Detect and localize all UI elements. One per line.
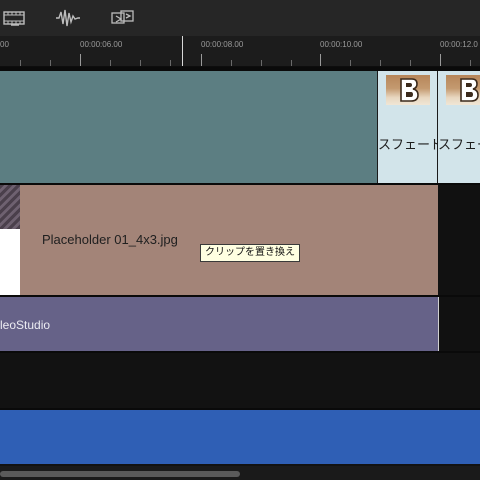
ruler-tick: [440, 54, 441, 66]
overlay-clip-thumbnail: [0, 185, 20, 229]
filmstrip-icon[interactable]: [2, 6, 28, 30]
ruler-label: 00: [0, 40, 9, 49]
ruler-label: 00:00:10.00: [320, 40, 363, 49]
ruler-label: 00:00:12.0: [440, 40, 478, 49]
replace-clip-tooltip: クリップを置き換え: [200, 244, 300, 262]
transition-thumbnail: [386, 75, 430, 105]
ruler-tick: [140, 60, 141, 66]
ruler-tick: [261, 60, 262, 66]
audio-waveform-icon[interactable]: [55, 6, 81, 30]
horizontal-scrollbar-thumb[interactable]: [0, 471, 240, 477]
ruler-label: 00:00:08.00: [201, 40, 244, 49]
ruler-tick: [50, 60, 51, 66]
timeline-toolbar: [0, 0, 480, 37]
ruler-tick: [201, 54, 202, 66]
audio-clip[interactable]: [0, 410, 480, 464]
title-clip-name: leoStudio: [0, 318, 51, 332]
ruler-tick: [170, 60, 171, 66]
video-clip[interactable]: [0, 71, 377, 183]
overlay-clip-thumbnail-frame: [0, 229, 20, 295]
title-clip[interactable]: [0, 297, 439, 351]
ruler-tick: [110, 60, 111, 66]
timeline-ruler[interactable]: 00 00:00:06.00 00:00:08.00 00:00:10.00 0…: [0, 36, 480, 67]
overlay-track-empty: [438, 185, 480, 295]
playhead-marker[interactable]: [182, 36, 183, 66]
overlay-clip-name: Placeholder 01_4x3.jpg: [42, 232, 178, 247]
ruler-tick: [231, 60, 232, 66]
ruler-tick: [20, 60, 21, 66]
ruler-tick: [320, 54, 321, 66]
ruler-tick: [291, 60, 292, 66]
transition-thumbnail: [446, 75, 480, 105]
transition-label: スフェード-: [378, 137, 438, 152]
ruler-tick: [80, 54, 81, 66]
transition-clip[interactable]: スフェード-: [377, 71, 438, 183]
ruler-tick: [410, 60, 411, 66]
ruler-tick: [350, 60, 351, 66]
ruler-tick: [470, 60, 471, 66]
transition-label: スフェー: [438, 137, 480, 152]
swap-clip-icon[interactable]: [110, 6, 136, 30]
transition-clip[interactable]: スフェー: [437, 71, 480, 183]
ruler-tick: [380, 60, 381, 66]
ruler-label: 00:00:06.00: [80, 40, 123, 49]
empty-track[interactable]: [0, 353, 480, 408]
title-track-empty: [439, 297, 480, 351]
